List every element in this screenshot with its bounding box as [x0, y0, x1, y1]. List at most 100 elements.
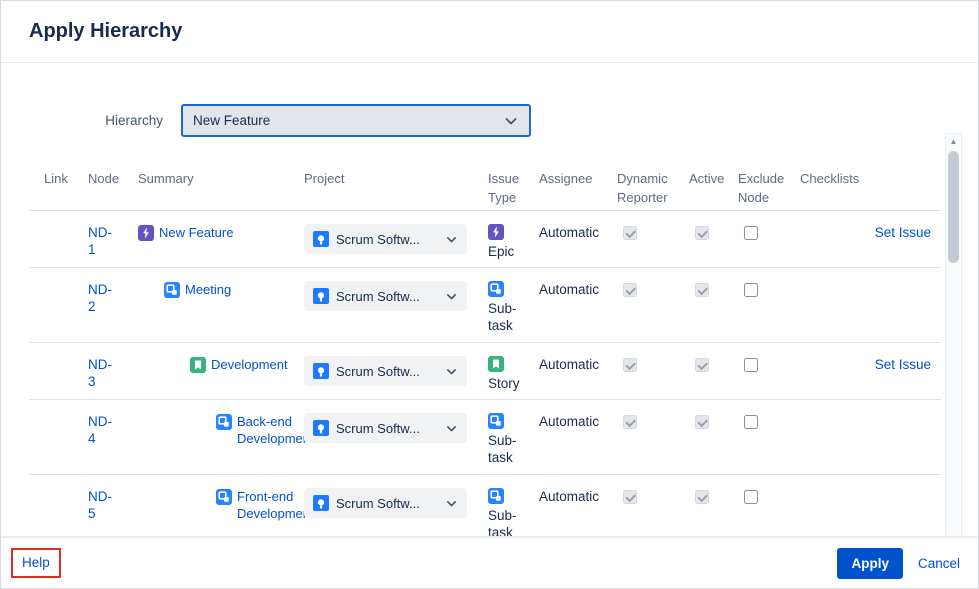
hierarchy-label: Hierarchy	[1, 113, 181, 128]
issue-type-label: Sub-task	[488, 300, 531, 334]
dynamic-reporter-checkbox	[623, 415, 637, 429]
assignee-value: Automatic	[539, 489, 599, 504]
chevron-down-icon	[445, 233, 458, 246]
exclude-node-checkbox[interactable]	[744, 490, 758, 504]
summary-link[interactable]: New Feature	[159, 224, 233, 241]
project-select[interactable]: Scrum Softw...	[304, 413, 467, 443]
apply-button[interactable]: Apply	[837, 548, 903, 579]
summary-link[interactable]: Development	[211, 356, 288, 373]
assignee-cell: Automatic	[539, 281, 617, 298]
project-select[interactable]: Scrum Softw...	[304, 224, 467, 254]
summary-link[interactable]: Meeting	[185, 281, 231, 298]
project-select[interactable]: Scrum Softw...	[304, 281, 467, 311]
project-select[interactable]: Scrum Softw...	[304, 356, 467, 386]
column-header-summary: Summary	[138, 169, 304, 188]
node-cell: ND-3	[88, 356, 138, 390]
active-cell	[689, 281, 738, 301]
exclude-node-checkbox[interactable]	[744, 283, 758, 297]
exclude-node-cell	[738, 488, 800, 508]
chevron-down-icon	[445, 497, 458, 510]
node-link[interactable]: ND-5	[88, 488, 118, 522]
dynamic-reporter-cell	[617, 356, 689, 376]
project-avatar-icon	[313, 288, 329, 304]
active-cell	[689, 356, 738, 376]
node-link[interactable]: ND-3	[88, 356, 118, 390]
active-checkbox	[695, 490, 709, 504]
column-header-node: Node	[88, 169, 138, 188]
subtask-icon	[488, 413, 504, 429]
node-link[interactable]: ND-2	[88, 281, 118, 315]
project-select-value: Scrum Softw...	[336, 231, 439, 248]
assignee-value: Automatic	[539, 225, 599, 240]
active-checkbox	[695, 283, 709, 297]
exclude-node-checkbox[interactable]	[744, 358, 758, 372]
footer-actions: Apply Cancel	[837, 548, 960, 579]
issue-type-cell: Epic	[488, 224, 539, 260]
assignee-cell: Automatic	[539, 413, 617, 430]
subtask-icon	[488, 488, 504, 504]
column-header-exclude-node: Exclude Node	[738, 169, 800, 207]
dialog-title: Apply Hierarchy	[29, 20, 182, 43]
set-issue-link[interactable]: Set Issue	[875, 357, 931, 372]
story-icon	[488, 356, 504, 372]
assignee-cell: Automatic	[539, 356, 617, 373]
project-avatar-icon	[313, 363, 329, 379]
exclude-node-checkbox[interactable]	[744, 415, 758, 429]
active-checkbox	[695, 415, 709, 429]
vertical-scrollbar[interactable]: ▲ ▼	[945, 133, 962, 538]
column-header-checklists: Checklists	[800, 169, 941, 188]
hierarchy-table: Link Node Summary Project Issue Type Ass…	[29, 161, 941, 538]
project-avatar-icon	[313, 420, 329, 436]
project-select-value: Scrum Softw...	[336, 363, 439, 380]
exclude-node-cell	[738, 356, 800, 376]
node-cell: ND-5	[88, 488, 138, 522]
column-header-issue-type: Issue Type	[488, 169, 539, 207]
project-select[interactable]: Scrum Softw...	[304, 488, 467, 518]
hierarchy-select[interactable]: New Feature	[181, 104, 531, 137]
exclude-node-cell	[738, 413, 800, 433]
scroll-up-arrow-icon[interactable]: ▲	[950, 134, 958, 148]
summary-link[interactable]: Back-end Development	[237, 413, 314, 447]
summary-cell: Back-end Development	[138, 413, 304, 447]
column-header-project: Project	[304, 169, 488, 188]
summary-link[interactable]: Front-end Development	[237, 488, 314, 522]
table-row: ND-1 New Feature Scrum Softw...	[29, 211, 941, 268]
dialog-header: Apply Hierarchy	[1, 1, 978, 63]
project-avatar-icon	[313, 231, 329, 247]
issue-type-cell: Sub-task	[488, 281, 539, 334]
cancel-link[interactable]: Cancel	[918, 556, 960, 571]
column-header-dynamic-reporter: Dynamic Reporter	[617, 169, 689, 207]
column-header-link: Link	[29, 169, 88, 188]
assignee-cell: Automatic	[539, 224, 617, 241]
project-avatar-icon	[313, 495, 329, 511]
set-issue-link[interactable]: Set Issue	[875, 225, 931, 240]
subtask-icon	[164, 282, 180, 298]
issue-type-label: Sub-task	[488, 432, 531, 466]
assignee-value: Automatic	[539, 282, 599, 297]
table-row: ND-5 Front-end Development Scrum Softw..…	[29, 475, 941, 538]
project-cell: Scrum Softw...	[304, 488, 488, 518]
node-link[interactable]: ND-4	[88, 413, 118, 447]
dynamic-reporter-cell	[617, 413, 689, 433]
active-cell	[689, 413, 738, 433]
exclude-node-checkbox[interactable]	[744, 226, 758, 240]
dynamic-reporter-checkbox	[623, 490, 637, 504]
dynamic-reporter-checkbox	[623, 358, 637, 372]
node-cell: ND-1	[88, 224, 138, 258]
table-header-row: Link Node Summary Project Issue Type Ass…	[29, 161, 941, 211]
scrollbar-thumb[interactable]	[948, 151, 959, 263]
chevron-down-icon	[445, 365, 458, 378]
dynamic-reporter-checkbox	[623, 283, 637, 297]
help-link[interactable]: Help	[22, 555, 50, 570]
issue-type-cell: Sub-task	[488, 488, 539, 538]
node-link[interactable]: ND-1	[88, 224, 118, 258]
issue-type-label: Story	[488, 375, 531, 392]
table-row: ND-4 Back-end Development Scrum Softw...	[29, 400, 941, 475]
issue-type-cell: Sub-task	[488, 413, 539, 466]
issue-type-label: Sub-task	[488, 507, 531, 538]
summary-cell: Development	[138, 356, 304, 373]
active-cell	[689, 488, 738, 508]
project-cell: Scrum Softw...	[304, 224, 488, 254]
issue-type-cell: Story	[488, 356, 539, 392]
chevron-down-icon	[445, 290, 458, 303]
